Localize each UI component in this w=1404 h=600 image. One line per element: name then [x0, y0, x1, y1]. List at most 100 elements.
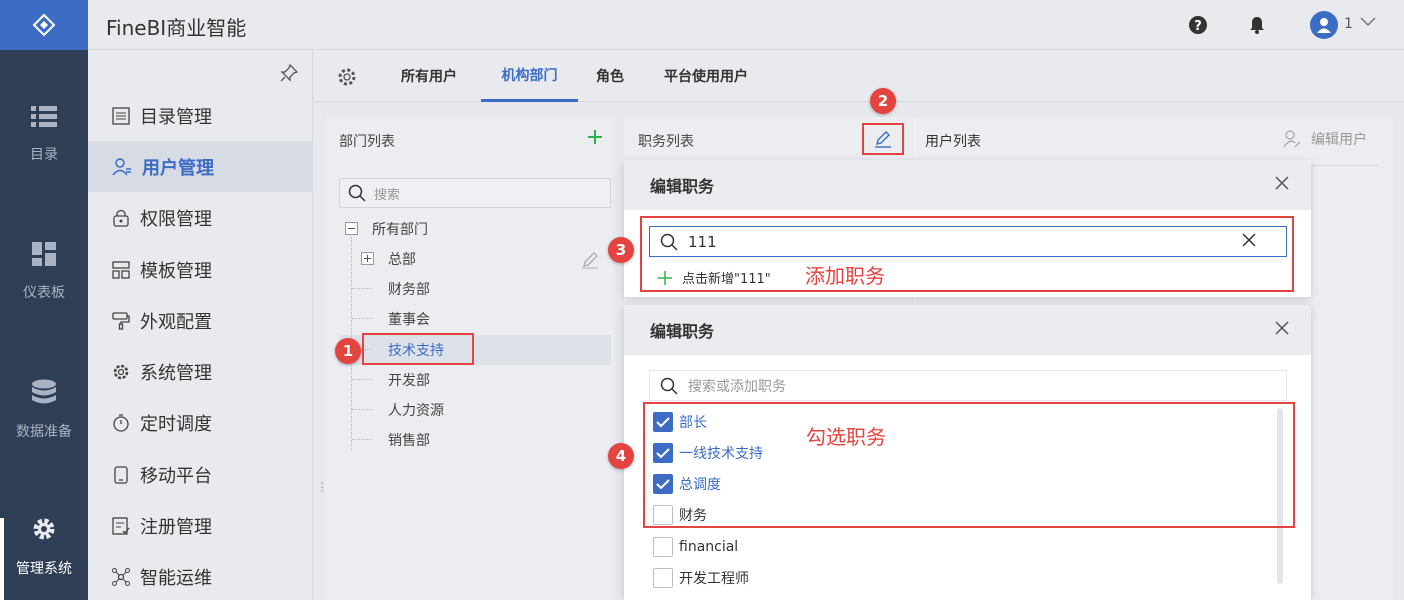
tab-bar: 所有用户 机构部门 角色 平台使用用户: [313, 50, 1404, 102]
pin-icon[interactable]: [280, 64, 298, 82]
lock-icon: [113, 209, 129, 227]
position-option[interactable]: 开发工程师: [653, 563, 749, 593]
annotation-text-add: 添加职务: [805, 264, 885, 288]
sidebar-item-appearance[interactable]: 外观配置: [88, 295, 313, 346]
search-icon: [660, 377, 678, 395]
settings-icon[interactable]: [337, 67, 357, 87]
sidebar-item-templates[interactable]: 模板管理: [88, 244, 313, 295]
department-search-input[interactable]: 搜索: [339, 178, 611, 208]
tree-branch: [352, 439, 372, 440]
panel-title: 用户列表: [925, 134, 981, 150]
admin-sidebar: 目录管理 用户管理 权限管理 模板管理 外观配置 系统管理 定时调度 移动平台 …: [88, 50, 313, 600]
tree-branch: [352, 409, 372, 410]
logo-icon: [32, 13, 56, 37]
sidebar-item-label: 定时调度: [140, 413, 212, 435]
tab-departments[interactable]: 机构部门: [481, 50, 578, 102]
edit-user-button[interactable]: 编辑用户: [1283, 129, 1367, 149]
tree-node[interactable]: 销售部: [388, 425, 430, 455]
checkbox[interactable]: [653, 537, 673, 557]
catalog-icon: [112, 106, 130, 125]
paint-roller-icon: [112, 311, 130, 330]
annotation-box-add: [640, 216, 1294, 292]
position-search-input[interactable]: 搜索或添加职务: [649, 370, 1287, 401]
sidebar-item-label: 智能运维: [140, 567, 212, 589]
plus-icon[interactable]: [587, 129, 603, 145]
rail-item-data-prep[interactable]: 数据准备: [0, 360, 88, 460]
sidebar-item-registration[interactable]: 注册管理: [88, 500, 313, 551]
svg-text:?: ?: [1194, 19, 1202, 34]
chevron-down-icon[interactable]: [1360, 17, 1376, 27]
sidebar-item-label: 注册管理: [140, 516, 212, 538]
tree-node[interactable]: 董事会: [388, 304, 430, 334]
checkbox[interactable]: [653, 568, 673, 588]
close-icon[interactable]: [1275, 321, 1289, 335]
tab-platform-users[interactable]: 平台使用用户: [664, 50, 748, 102]
tree-node[interactable]: 财务部: [388, 274, 430, 304]
tree-branch: [352, 288, 372, 289]
app-title: FineBI商业智能: [106, 16, 247, 40]
annotation-box-dept: [362, 333, 474, 365]
sidebar-item-ops[interactable]: 智能运维: [88, 551, 313, 600]
sidebar-item-label: 权限管理: [140, 208, 212, 230]
rail-item-admin[interactable]: 管理系统: [0, 497, 88, 597]
tree-root-node[interactable]: 所有部门: [372, 214, 428, 244]
sidebar-item-label: 模板管理: [140, 260, 212, 282]
rail-item-dashboard[interactable]: 仪表板: [0, 222, 88, 322]
tree-node[interactable]: 开发部: [388, 365, 430, 395]
position-option[interactable]: financial: [653, 532, 738, 562]
panel-title: 部门列表: [339, 134, 395, 150]
dashboard-icon: [32, 242, 56, 266]
rail-item-label: 管理系统: [16, 561, 72, 577]
bell-icon[interactable]: [1248, 15, 1266, 35]
mobile-icon: [114, 465, 128, 484]
search-placeholder: 搜索或添加职务: [688, 378, 786, 395]
top-header: FineBI商业智能 ? 1: [88, 0, 1404, 50]
dialog-title: 编辑职务: [650, 177, 715, 196]
database-icon: [32, 379, 56, 404]
tree-branch: [352, 318, 372, 319]
tree-branch: [352, 379, 372, 380]
timer-icon: [113, 413, 129, 432]
help-icon[interactable]: ?: [1188, 15, 1208, 35]
app-logo[interactable]: [0, 0, 88, 50]
user-name[interactable]: 1: [1344, 16, 1353, 32]
rail-item-catalog[interactable]: 目录: [0, 85, 88, 185]
edit-icon: [875, 131, 891, 148]
annotation-badge: 4: [608, 443, 634, 469]
annotation-badge: 2: [870, 88, 896, 114]
settings-icon: [113, 364, 129, 379]
search-placeholder: 搜索: [374, 187, 401, 203]
tab-roles[interactable]: 角色: [596, 50, 624, 102]
annotation-badge: 3: [608, 237, 634, 263]
tree-node[interactable]: 总部: [388, 244, 416, 274]
template-icon: [112, 260, 130, 279]
option-label: financial: [679, 539, 739, 555]
rail-item-label: 目录: [30, 147, 58, 163]
tab-all-users[interactable]: 所有用户: [401, 50, 457, 102]
tree-node[interactable]: 人力资源: [388, 395, 444, 425]
sidebar-item-label: 用户管理: [142, 157, 214, 179]
sidebar-item-permissions[interactable]: 权限管理: [88, 192, 313, 243]
sidebar-item-user-management[interactable]: 用户管理: [88, 141, 313, 192]
edit-positions-button[interactable]: [862, 123, 904, 155]
sidebar-item-mobile[interactable]: 移动平台: [88, 449, 313, 500]
sidebar-item-scheduling[interactable]: 定时调度: [88, 397, 313, 448]
user-avatar-icon: [1317, 18, 1331, 33]
sidebar-item-catalog[interactable]: 目录管理: [88, 90, 313, 141]
register-icon: [112, 516, 130, 535]
edit-icon[interactable]: [581, 251, 599, 269]
collapse-icon[interactable]: [345, 222, 358, 235]
annotation-box-select: [643, 402, 1295, 528]
annotation-badge: 1: [335, 338, 361, 364]
user-edit-icon: [1283, 130, 1301, 148]
close-icon[interactable]: [1275, 176, 1289, 190]
edit-user-label: 编辑用户: [1311, 132, 1367, 148]
sidebar-item-system[interactable]: 系统管理: [88, 346, 313, 397]
expand-icon[interactable]: [361, 252, 374, 265]
gear-icon: [33, 518, 55, 540]
dialog-header: 编辑职务: [624, 305, 1311, 355]
panel-title: 职务列表: [638, 134, 694, 150]
rail-item-label: 数据准备: [16, 424, 72, 440]
avatar[interactable]: [1310, 11, 1338, 39]
dialog-header: 编辑职务: [624, 160, 1311, 210]
